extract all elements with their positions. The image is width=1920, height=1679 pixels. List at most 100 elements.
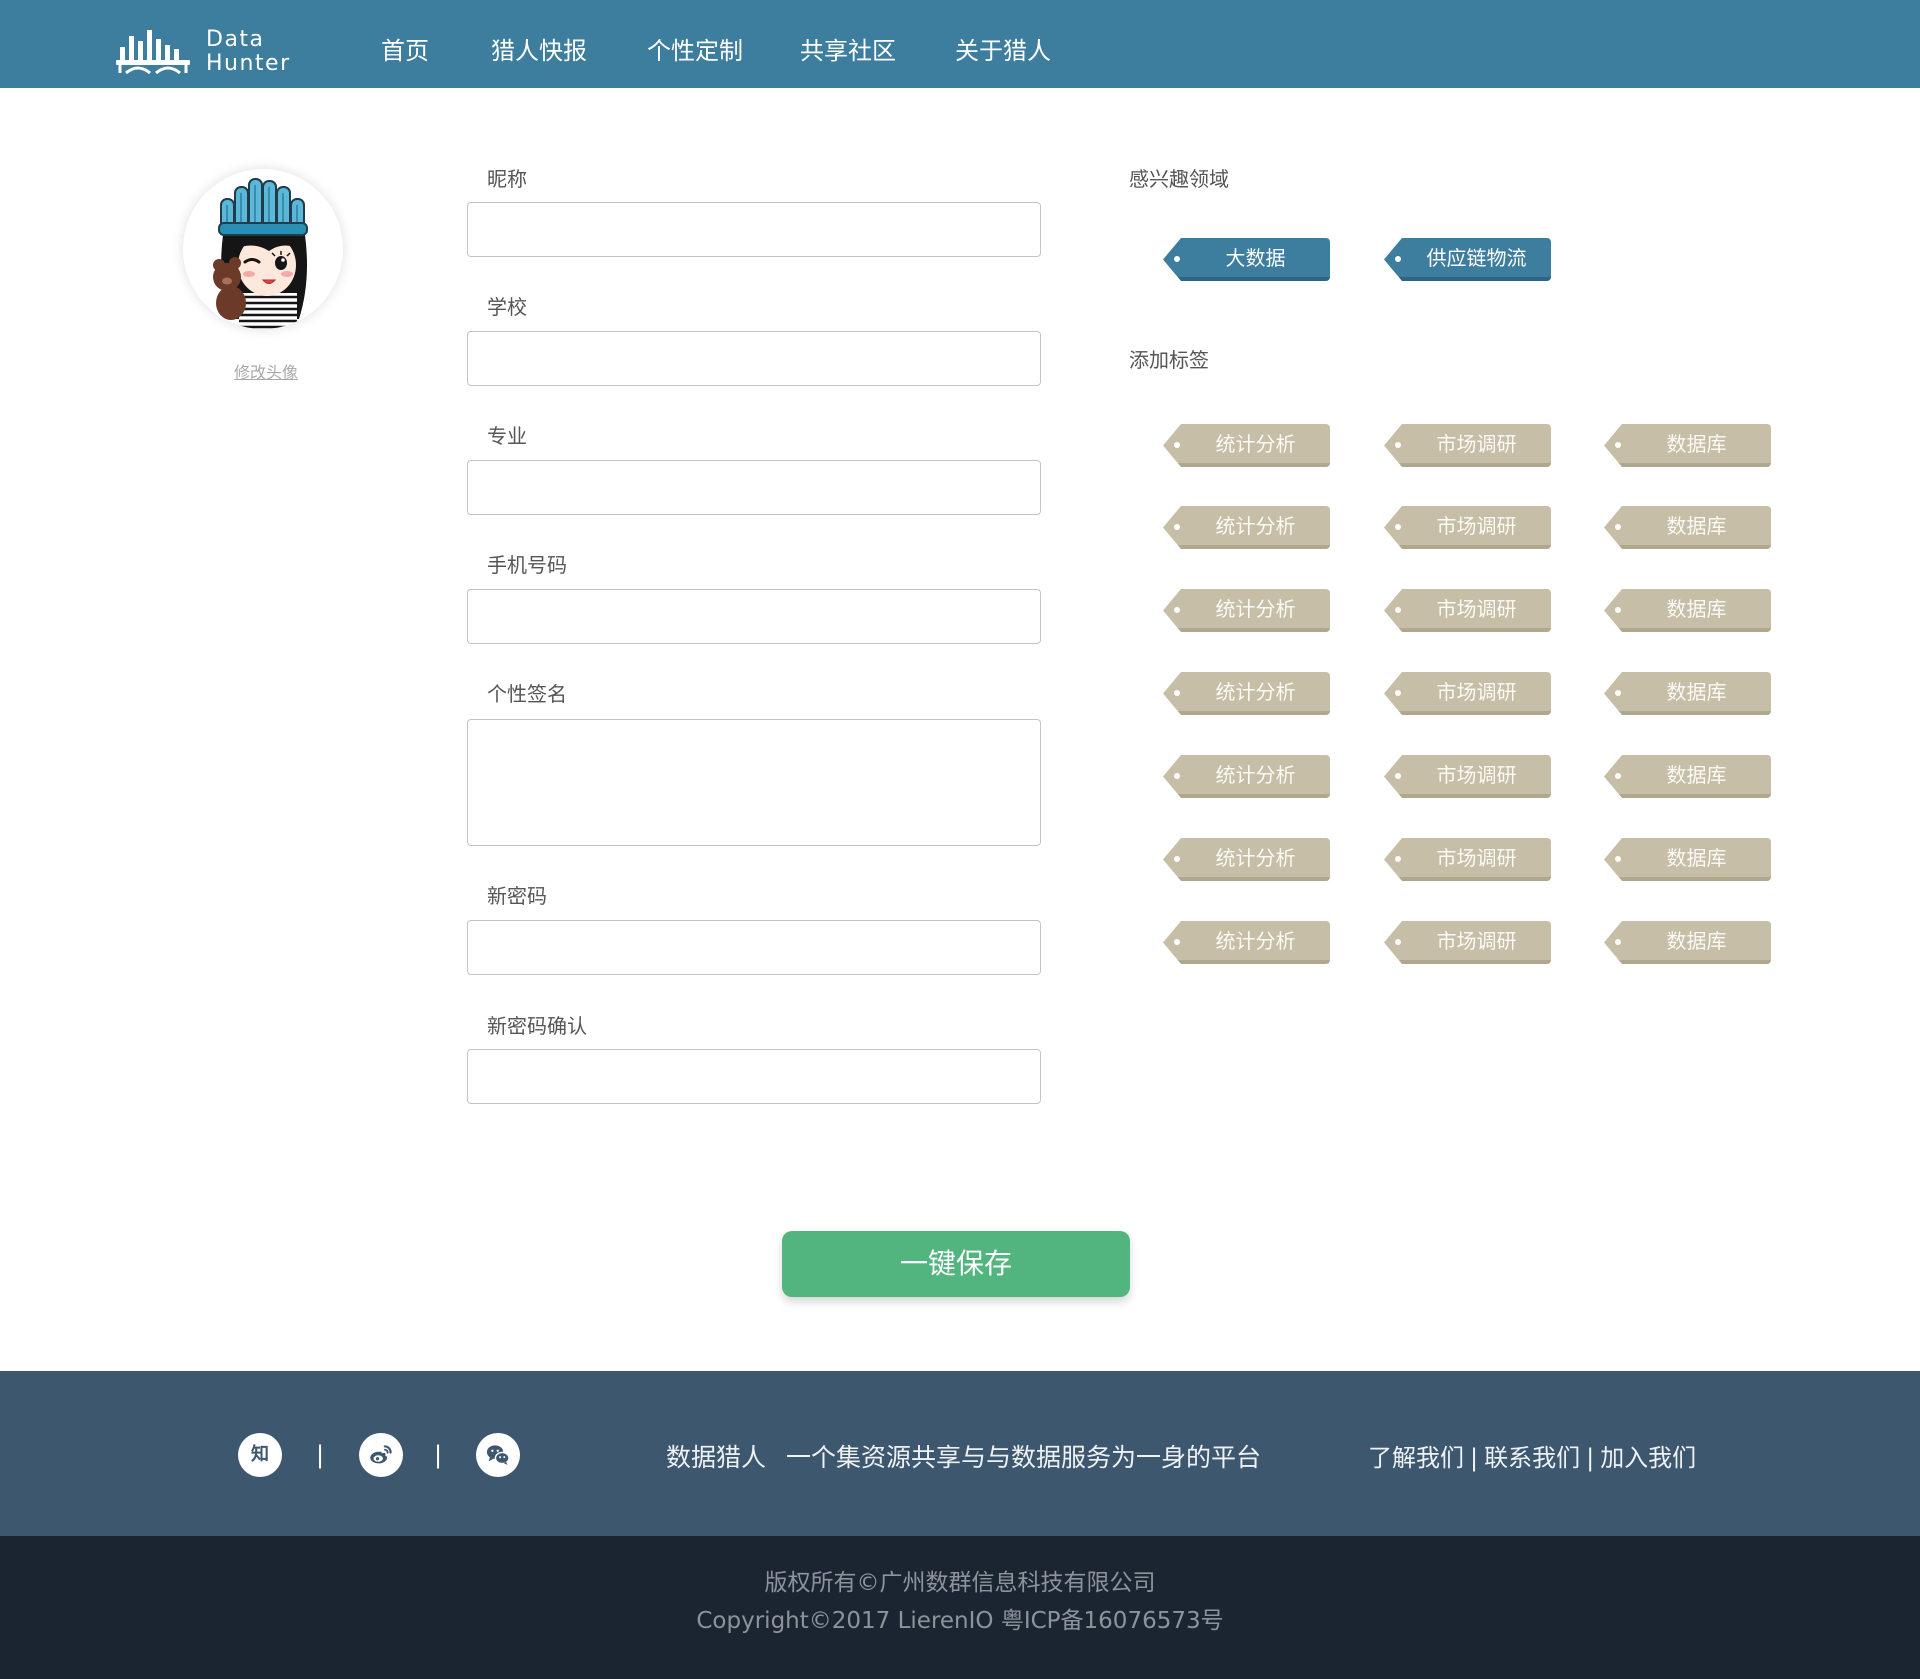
major-input[interactable] [467, 460, 1041, 515]
tag-label: 市场调研 [1436, 846, 1517, 870]
tag-label: 统计分析 [1215, 763, 1296, 787]
nav-hunter-news[interactable]: 猎人快报 [491, 34, 587, 68]
footer: 知 | | 数据猎人 一个集资源共享与与数据服务为一身的平台 了解我们 | 联系… [0, 1371, 1920, 1536]
tag-hole-dot [1615, 773, 1621, 779]
interests-title: 感兴趣领域 [1129, 167, 1229, 191]
contact-us-link[interactable]: 联系我们 [1484, 1444, 1580, 1472]
save-all-button[interactable]: 一键保存 [782, 1231, 1130, 1297]
new-password-input[interactable] [467, 920, 1041, 975]
add-tag[interactable]: 统计分析 [1163, 755, 1330, 798]
join-us-link[interactable]: 加入我们 [1600, 1444, 1696, 1472]
tag-label: 统计分析 [1215, 432, 1296, 456]
link-separator: | [1470, 1444, 1479, 1472]
copyright-line-1: 版权所有©广州数群信息科技有限公司 [764, 1570, 1156, 1596]
add-tag[interactable]: 数据库 [1604, 838, 1771, 881]
tag-label: 市场调研 [1436, 929, 1517, 953]
tag-hole-dot [1174, 856, 1180, 862]
tag-label: 大数据 [1225, 246, 1286, 270]
add-tag[interactable]: 市场调研 [1384, 424, 1551, 467]
tag-hole-dot [1174, 939, 1180, 945]
add-tags-title: 添加标签 [1129, 348, 1209, 372]
phone-input[interactable] [467, 589, 1041, 644]
blue-crown [218, 178, 308, 236]
add-tag[interactable]: 统计分析 [1163, 424, 1330, 467]
add-tag[interactable]: 数据库 [1604, 506, 1771, 549]
footer-links: 了解我们 | 联系我们 | 加入我们 [1368, 1443, 1696, 1473]
tag-label: 统计分析 [1215, 846, 1296, 870]
tag-hole-dot [1395, 442, 1401, 448]
page: Data Hunter 首页 猎人快报 个性定制 共享社区 关于猎人 修改头像 … [0, 0, 1920, 1679]
selected-tag[interactable]: 供应链物流 [1384, 238, 1551, 281]
nickname-label: 昵称 [487, 167, 527, 191]
school-input[interactable] [467, 331, 1041, 386]
about-us-link[interactable]: 了解我们 [1368, 1444, 1464, 1472]
tag-label: 统计分析 [1215, 929, 1296, 953]
add-tag[interactable]: 市场调研 [1384, 921, 1551, 964]
signature-label: 个性签名 [487, 682, 567, 706]
add-tag[interactable]: 市场调研 [1384, 589, 1551, 632]
tag-label: 数据库 [1666, 929, 1727, 953]
add-tag[interactable]: 统计分析 [1163, 838, 1330, 881]
school-label: 学校 [487, 295, 527, 319]
tag-hole-dot [1615, 690, 1621, 696]
selected-tag[interactable]: 大数据 [1163, 238, 1330, 281]
tag-label: 市场调研 [1436, 597, 1517, 621]
tag-hole-dot [1395, 773, 1401, 779]
striped-shirt [239, 293, 297, 329]
footer-slogan: 一个集资源共享与与数据服务为一身的平台 [786, 1443, 1262, 1472]
add-tag[interactable]: 统计分析 [1163, 672, 1330, 715]
add-tag[interactable]: 市场调研 [1384, 755, 1551, 798]
nav-home[interactable]: 首页 [381, 34, 429, 68]
nav-community[interactable]: 共享社区 [800, 34, 896, 68]
link-separator: | [1586, 1444, 1595, 1472]
tag-hole-dot [1395, 856, 1401, 862]
major-label: 专业 [487, 424, 527, 448]
add-tag[interactable]: 市场调研 [1384, 672, 1551, 715]
phone-label: 手机号码 [487, 553, 567, 577]
tag-label: 数据库 [1666, 597, 1727, 621]
add-tag[interactable]: 数据库 [1604, 589, 1771, 632]
tag-hole-dot [1395, 607, 1401, 613]
add-tag[interactable]: 数据库 [1604, 424, 1771, 467]
nickname-input[interactable] [467, 202, 1041, 257]
weibo-icon[interactable] [359, 1433, 403, 1477]
tag-label: 统计分析 [1215, 680, 1296, 704]
nav-about[interactable]: 关于猎人 [955, 34, 1051, 68]
tag-label: 数据库 [1666, 432, 1727, 456]
logo-wordmark: Data Hunter [206, 28, 291, 76]
tag-hole-dot [1174, 524, 1180, 530]
tag-hole-dot [1174, 773, 1180, 779]
add-tag[interactable]: 市场调研 [1384, 506, 1551, 549]
add-tag[interactable]: 市场调研 [1384, 838, 1551, 881]
tag-label: 数据库 [1666, 514, 1727, 538]
nav-personalize[interactable]: 个性定制 [647, 34, 743, 68]
avatar-illustration [213, 178, 308, 329]
add-tag[interactable]: 统计分析 [1163, 921, 1330, 964]
tag-label: 统计分析 [1215, 597, 1296, 621]
social-separator: | [316, 1441, 325, 1469]
avatar [183, 169, 343, 329]
tag-hole-dot [1615, 939, 1621, 945]
social-separator: | [434, 1441, 443, 1469]
tag-label: 数据库 [1666, 680, 1727, 704]
tag-hole-dot [1174, 256, 1180, 262]
logo-line-hunter: Hunter [206, 51, 291, 76]
tag-label: 市场调研 [1436, 514, 1517, 538]
wechat-icon[interactable] [476, 1433, 520, 1477]
signature-textarea[interactable] [467, 719, 1041, 846]
tag-label: 市场调研 [1436, 432, 1517, 456]
tag-hole-dot [1395, 524, 1401, 530]
change-avatar-link[interactable]: 修改头像 [196, 362, 336, 384]
confirm-password-input[interactable] [467, 1049, 1041, 1104]
add-tag[interactable]: 数据库 [1604, 755, 1771, 798]
zhihu-glyph: 知 [251, 1444, 269, 1465]
add-tag[interactable]: 数据库 [1604, 672, 1771, 715]
copyright-bar: 版权所有©广州数群信息科技有限公司 Copyright©2017 LierenI… [0, 1536, 1920, 1679]
add-tag[interactable]: 数据库 [1604, 921, 1771, 964]
tag-label: 供应链物流 [1426, 246, 1527, 270]
logo[interactable]: Data Hunter [116, 26, 306, 78]
add-tag[interactable]: 统计分析 [1163, 506, 1330, 549]
add-tag[interactable]: 统计分析 [1163, 589, 1330, 632]
tag-hole-dot [1615, 524, 1621, 530]
zhihu-icon[interactable]: 知 [238, 1433, 282, 1477]
